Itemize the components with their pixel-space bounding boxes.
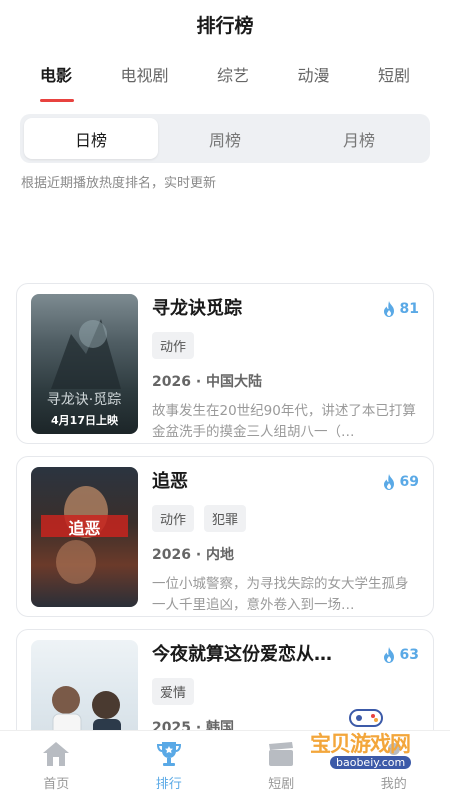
nav-short-drama-label: 短剧: [268, 777, 295, 792]
flame-icon: [383, 474, 394, 490]
ranking-card[interactable]: 寻龙诀·觅踪 4月17日上映 寻龙诀觅踪 81 动作 2026 · 中国大陆 故…: [16, 283, 434, 444]
period-tab-weekly[interactable]: 周榜: [158, 118, 292, 159]
item-meta: 2026 · 中国大陆: [152, 374, 263, 390]
category-tabs: 电影 电视剧 综艺 动漫 短剧: [40, 58, 410, 102]
nav-home-label: 首页: [43, 777, 70, 792]
heat-score: 69: [382, 469, 419, 495]
ranking-card[interactable]: 追恶 追恶 69 动作 犯罪 2026 · 内地 一位小城警察，为寻找失踪的女大…: [16, 456, 434, 617]
poster-image: 追恶: [31, 467, 138, 607]
ranking-description: 根据近期播放热度排名，实时更新: [21, 176, 217, 191]
item-meta: 2026 · 内地: [152, 547, 235, 563]
svg-text:寻龙诀·觅踪: 寻龙诀·觅踪: [47, 392, 121, 408]
genre-tag[interactable]: 犯罪: [204, 505, 247, 532]
item-title: 追恶: [152, 471, 188, 492]
poster-image: 寻龙诀·觅踪 4月17日上映: [31, 294, 138, 434]
tab-short-drama[interactable]: 短剧: [378, 58, 410, 102]
nav-ranking[interactable]: 排行: [113, 731, 226, 800]
poster-caption: 4月17日上映: [51, 414, 118, 427]
watermark-logo: 宝贝游戏网 baobeiy.com: [310, 709, 420, 780]
flame-icon: [383, 301, 394, 317]
tab-anime[interactable]: 动漫: [297, 58, 329, 102]
heat-score: 63: [382, 642, 419, 668]
genre-tag[interactable]: 动作: [152, 332, 195, 359]
tab-tv-series[interactable]: 电视剧: [120, 58, 168, 102]
poster-caption: 追恶: [68, 519, 101, 538]
genre-tag[interactable]: 动作: [152, 505, 195, 532]
flame-icon: [383, 647, 394, 663]
tag-list: 动作: [152, 332, 419, 359]
heat-value: 81: [399, 301, 419, 317]
period-tab-daily[interactable]: 日榜: [24, 118, 158, 159]
tag-list: 爱情: [152, 678, 419, 705]
gamepad-icon: [349, 709, 383, 727]
item-title: 寻龙诀觅踪: [152, 298, 242, 319]
period-segmented-control: 日榜 周榜 月榜: [20, 114, 430, 163]
nav-ranking-label: 排行: [155, 777, 182, 792]
tag-list: 动作 犯罪: [152, 505, 419, 532]
watermark-url: baobeiy.com: [330, 756, 412, 769]
nav-home[interactable]: 首页: [0, 731, 113, 800]
item-title: 今夜就算这份爱恋从…: [152, 644, 332, 665]
page-title: 排行榜: [196, 14, 254, 37]
clapper-icon: [269, 742, 294, 766]
tab-variety[interactable]: 综艺: [217, 58, 249, 102]
watermark-text: 宝贝游戏网: [310, 732, 411, 756]
period-tab-monthly[interactable]: 月榜: [292, 118, 426, 159]
trophy-icon: [156, 742, 181, 766]
item-description: 一位小城警察，为寻找失踪的女大学生孤身一人千里追凶，意外卷入到一场…: [152, 576, 409, 613]
heat-score: 81: [382, 296, 419, 322]
tab-movie[interactable]: 电影: [40, 58, 75, 102]
app-header: 排行榜: [0, 0, 450, 48]
home-icon: [43, 742, 70, 766]
heat-value: 69: [399, 474, 419, 490]
heat-value: 63: [399, 647, 419, 663]
genre-tag[interactable]: 爱情: [152, 678, 195, 705]
item-description: 故事发生在20世纪90年代，讲述了本已打算金盆洗手的摸金三人组胡八一（…: [152, 403, 416, 440]
